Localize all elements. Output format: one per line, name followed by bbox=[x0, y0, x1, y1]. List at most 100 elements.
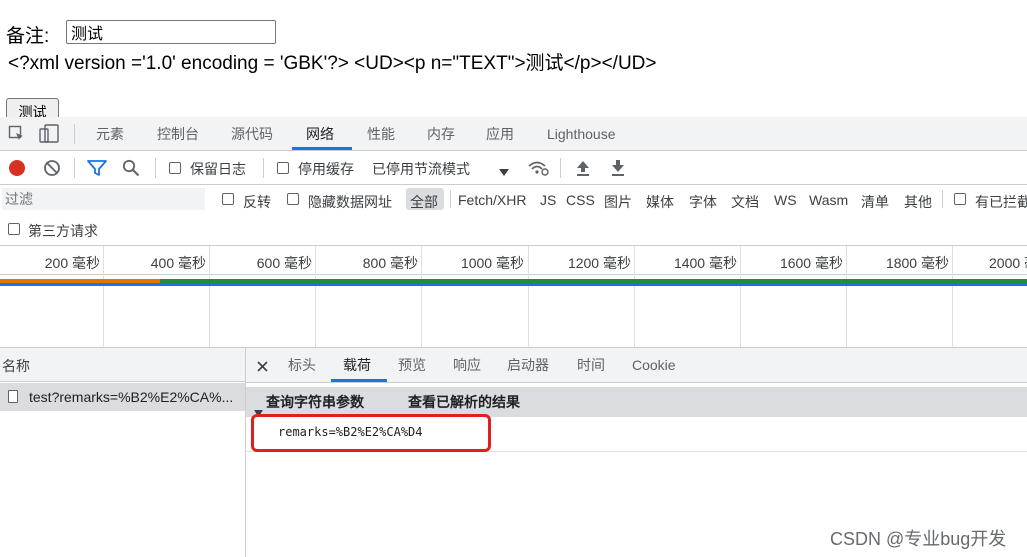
preserve-log-checkbox[interactable] bbox=[169, 162, 181, 174]
detail-tab-initiator[interactable]: 启动器 bbox=[507, 348, 549, 382]
timeline-tick-label: 600 毫秒 bbox=[256, 255, 312, 271]
filter-type-css[interactable]: CSS bbox=[566, 192, 595, 208]
clear-icon[interactable] bbox=[43, 159, 61, 177]
timeline-gridline bbox=[528, 246, 529, 347]
tab-memory[interactable]: 内存 bbox=[427, 117, 455, 150]
active-detail-tab-indicator bbox=[331, 379, 387, 382]
name-column-header[interactable]: 名称 bbox=[0, 348, 245, 382]
divider bbox=[263, 158, 264, 178]
third-party-row: 第三方请求 bbox=[0, 214, 1027, 246]
detail-tab-headers[interactable]: 标头 bbox=[288, 348, 316, 382]
triangle-down-icon bbox=[254, 398, 263, 417]
divider bbox=[560, 158, 561, 178]
hide-data-urls-checkbox[interactable] bbox=[287, 193, 299, 205]
device-toolbar-icon[interactable] bbox=[38, 124, 60, 144]
timeline-gridline bbox=[634, 246, 635, 347]
query-string-section-header[interactable]: 查询字符串参数 查看已解析的结果 bbox=[246, 387, 1027, 417]
tab-lighthouse[interactable]: Lighthouse bbox=[547, 117, 616, 150]
filter-icon[interactable] bbox=[87, 160, 107, 176]
filter-input[interactable] bbox=[2, 188, 205, 210]
filter-type-img[interactable]: 图片 bbox=[604, 192, 632, 212]
dropdown-arrow-icon[interactable] bbox=[499, 164, 509, 176]
filter-type-ws[interactable]: WS bbox=[774, 192, 797, 208]
timeline-gridline bbox=[740, 246, 741, 347]
tab-elements[interactable]: 元素 bbox=[96, 117, 124, 150]
throttling-select[interactable]: 已停用节流模式 bbox=[372, 159, 470, 179]
invert-label: 反转 bbox=[243, 194, 271, 210]
third-party-label: 第三方请求 bbox=[28, 223, 98, 239]
tab-application[interactable]: 应用 bbox=[486, 117, 514, 150]
document-icon bbox=[8, 390, 18, 403]
blocked-requests-label: 有已拦截 bbox=[975, 194, 1027, 210]
filter-type-other[interactable]: 其他 bbox=[904, 192, 932, 212]
devtools-panel: 元素 控制台 源代码 网络 性能 内存 应用 Lighthouse 保留日志 停… bbox=[0, 117, 1027, 557]
remark-input[interactable] bbox=[66, 20, 276, 44]
highlight-annotation-box bbox=[251, 414, 491, 452]
timeline-gridline bbox=[103, 246, 104, 347]
devtools-tab-bar: 元素 控制台 源代码 网络 性能 内存 应用 Lighthouse bbox=[0, 117, 1027, 151]
timeline-gridline bbox=[846, 246, 847, 347]
filter-type-manifest[interactable]: 清单 bbox=[861, 192, 889, 212]
disable-cache-checkbox[interactable] bbox=[277, 162, 289, 174]
filter-type-font[interactable]: 字体 bbox=[689, 192, 717, 212]
timeline-tick-label: 1000 毫秒 bbox=[460, 255, 524, 271]
close-icon[interactable] bbox=[257, 359, 268, 372]
record-icon[interactable] bbox=[9, 160, 25, 176]
detail-tab-payload[interactable]: 载荷 bbox=[343, 348, 371, 382]
tab-performance[interactable]: 性能 bbox=[367, 117, 395, 150]
detail-tab-preview[interactable]: 预览 bbox=[398, 348, 426, 382]
tab-console[interactable]: 控制台 bbox=[157, 117, 199, 150]
detail-tab-cookies[interactable]: Cookie bbox=[632, 348, 676, 382]
filter-type-js[interactable]: JS bbox=[540, 192, 556, 208]
filter-type-doc[interactable]: 文档 bbox=[731, 192, 759, 212]
timeline-header-divider bbox=[0, 274, 1027, 275]
timeline-tick-label: 1800 毫秒 bbox=[885, 255, 949, 271]
watermark-text: CSDN @专业bug开发 bbox=[830, 529, 1007, 549]
hide-data-urls-label: 隐藏数据网址 bbox=[308, 194, 392, 210]
filter-type-all[interactable]: 全部 bbox=[410, 192, 438, 212]
request-list: 名称 test?remarks=%B2%E2%CA%... bbox=[0, 348, 246, 557]
tab-sources[interactable]: 源代码 bbox=[231, 117, 273, 150]
timeline-tick-label: 200 毫秒 bbox=[44, 255, 100, 271]
view-parsed-link[interactable]: 查看已解析的结果 bbox=[408, 387, 520, 417]
detail-tab-response[interactable]: 响应 bbox=[453, 348, 481, 382]
timeline-gridline bbox=[952, 246, 953, 347]
timeline-load-bar bbox=[0, 283, 1027, 286]
search-icon[interactable] bbox=[122, 159, 140, 177]
timeline-tick-label: 1400 毫秒 bbox=[673, 255, 737, 271]
divider bbox=[74, 124, 75, 144]
preserve-log-label: 保留日志 bbox=[190, 161, 246, 177]
request-name: test?remarks=%B2%E2%CA%... bbox=[29, 389, 234, 405]
xml-output-text: <?xml version ='1.0' encoding = 'GBK'?> … bbox=[8, 53, 657, 74]
timeline-tick-label: 2000 毫 bbox=[989, 255, 1027, 271]
divider bbox=[155, 158, 156, 178]
timeline-tick-label: 1600 毫秒 bbox=[779, 255, 843, 271]
filter-type-media[interactable]: 媒体 bbox=[646, 192, 674, 212]
remark-label: 备注: bbox=[6, 26, 50, 47]
third-party-checkbox[interactable] bbox=[8, 223, 20, 235]
timeline-gridline bbox=[421, 246, 422, 347]
blocked-requests-checkbox[interactable] bbox=[954, 193, 966, 205]
invert-checkbox[interactable] bbox=[222, 193, 234, 205]
active-tab-indicator bbox=[292, 147, 352, 150]
query-string-section-title: 查询字符串参数 bbox=[266, 394, 364, 410]
divider bbox=[942, 190, 943, 208]
detail-tab-bar: 标头 载荷 预览 响应 启动器 时间 Cookie bbox=[246, 348, 1027, 383]
timeline-tick-label: 1200 毫秒 bbox=[567, 255, 631, 271]
divider bbox=[450, 190, 451, 208]
tab-network[interactable]: 网络 bbox=[306, 117, 334, 150]
detail-tab-timing[interactable]: 时间 bbox=[577, 348, 605, 382]
inspect-element-icon[interactable] bbox=[8, 125, 26, 143]
filter-type-fetch-xhr[interactable]: Fetch/XHR bbox=[458, 192, 526, 208]
timeline-gridline bbox=[315, 246, 316, 347]
request-row[interactable]: test?remarks=%B2%E2%CA%... bbox=[0, 383, 245, 411]
timeline-tick-label: 400 毫秒 bbox=[150, 255, 206, 271]
divider bbox=[74, 158, 75, 178]
import-har-icon[interactable] bbox=[575, 159, 591, 177]
network-overview-timeline[interactable]: 200 毫秒 400 毫秒 600 毫秒 800 毫秒 1000 毫秒 1200… bbox=[0, 246, 1027, 348]
filter-bar: 反转 隐藏数据网址 全部 Fetch/XHR JS CSS 图片 媒体 字体 文… bbox=[0, 185, 1027, 214]
network-conditions-icon[interactable] bbox=[527, 159, 549, 177]
network-toolbar: 保留日志 停用缓存 已停用节流模式 bbox=[0, 151, 1027, 185]
filter-type-wasm[interactable]: Wasm bbox=[809, 192, 848, 208]
export-har-icon[interactable] bbox=[610, 159, 626, 177]
